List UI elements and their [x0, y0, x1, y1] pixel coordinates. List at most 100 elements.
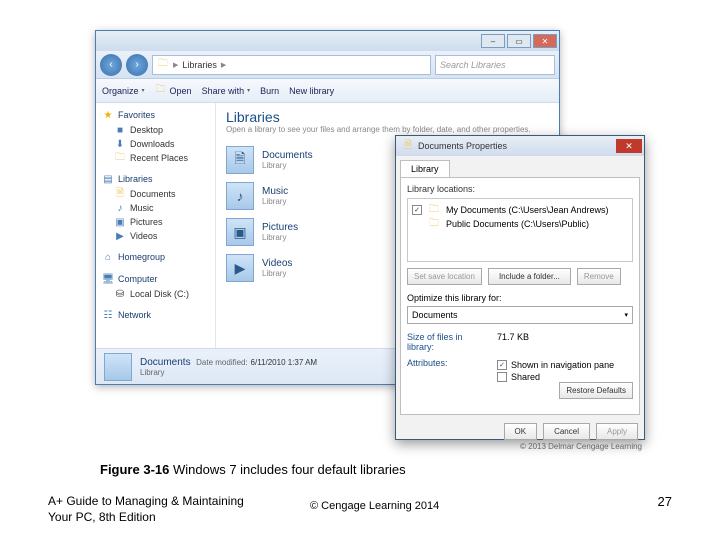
dialog-buttons: OK Cancel Apply — [396, 419, 644, 444]
sidebar-item-music[interactable]: ♪Music — [96, 201, 215, 215]
attr-shownav-label: Shown in navigation pane — [511, 360, 614, 370]
computer-icon: 🖥 — [102, 273, 114, 285]
star-icon: ★ — [102, 109, 114, 121]
details-name: Documents — [140, 357, 191, 368]
desktop-icon: ■ — [114, 124, 126, 136]
checkbox-shownav[interactable]: ✓ — [497, 360, 507, 370]
chevron-down-icon: ▾ — [247, 87, 250, 94]
tab-library[interactable]: Library — [400, 160, 450, 177]
image-copyright: © 2013 Delmar Cengage Learning — [520, 442, 642, 451]
close-button[interactable]: ✕ — [616, 139, 642, 153]
tabs: Library — [396, 156, 644, 177]
videos-icon: ▶ — [114, 230, 126, 242]
attributes-label: Attributes: — [407, 358, 489, 382]
new-library-button[interactable]: New library — [289, 86, 334, 96]
sidebar-libraries[interactable]: ▤Libraries — [96, 171, 215, 187]
check-icon: ✓ — [412, 205, 422, 215]
forward-button[interactable]: › — [126, 54, 148, 76]
burn-button[interactable]: Burn — [260, 86, 279, 96]
footer-book-title: A+ Guide to Managing & MaintainingYour P… — [48, 494, 268, 525]
dialog-title: Documents Properties — [418, 141, 507, 151]
sidebar-item-videos[interactable]: ▶Videos — [96, 229, 215, 243]
toolbar: Organize▾ 🗀Open Share with▾ Burn New lib… — [96, 79, 559, 103]
folder-icon: 🗀 — [157, 59, 169, 71]
breadcrumb-item[interactable]: Libraries — [182, 60, 217, 70]
organize-button[interactable]: Organize▾ — [102, 86, 145, 96]
optimize-select[interactable]: Documents ▾ — [407, 306, 633, 324]
page-number: 27 — [658, 494, 672, 509]
sidebar-item-desktop[interactable]: ■Desktop — [96, 123, 215, 137]
network-icon: ☷ — [102, 309, 114, 321]
ok-button[interactable]: OK — [504, 423, 538, 440]
close-button[interactable]: ✕ — [533, 34, 557, 48]
location-path: Public Documents (C:\Users\Public) — [446, 219, 589, 229]
checkbox-shared[interactable] — [497, 372, 507, 382]
optimize-value: Documents — [412, 310, 458, 320]
cancel-button[interactable]: Cancel — [543, 423, 590, 440]
folder-icon: 🗀 — [114, 152, 126, 164]
documents-icon — [104, 353, 132, 381]
chevron-right-icon: ▶ — [221, 61, 226, 69]
homegroup-icon: ⌂ — [102, 251, 114, 263]
pictures-icon: ▣ — [226, 218, 254, 246]
chevron-down-icon: ▾ — [142, 87, 145, 94]
sidebar-computer[interactable]: 🖥Computer — [96, 271, 215, 287]
locations-list[interactable]: ✓ 🗀 My Documents (C:\Users\Jean Andrews)… — [407, 198, 633, 262]
location-path: My Documents (C:\Users\Jean Andrews) — [446, 205, 609, 215]
pictures-icon: ▣ — [114, 216, 126, 228]
sidebar-item-downloads[interactable]: ⬇Downloads — [96, 137, 215, 151]
breadcrumb[interactable]: 🗀 ▶ Libraries ▶ — [152, 55, 431, 75]
search-input[interactable]: Search Libraries — [435, 55, 555, 75]
chevron-right-icon: ▶ — [173, 61, 178, 69]
details-modified-label: Date modified: — [196, 358, 248, 367]
sidebar-homegroup[interactable]: ⌂Homegroup — [96, 249, 215, 265]
folder-icon: 🗀 — [428, 204, 440, 216]
sidebar-item-recent[interactable]: 🗀Recent Places — [96, 151, 215, 165]
properties-dialog: 🗎 Documents Properties ✕ Library Library … — [395, 135, 645, 440]
music-icon: ♪ — [226, 182, 254, 210]
apply-button[interactable]: Apply — [596, 423, 638, 440]
folder-icon: 🗀 — [428, 218, 440, 230]
minimize-button[interactable]: – — [481, 34, 505, 48]
document-icon: 🗎 — [402, 140, 414, 152]
chevron-down-icon: ▾ — [624, 311, 628, 319]
set-save-location-button[interactable]: Set save location — [407, 268, 482, 285]
details-sub: Library — [140, 368, 317, 377]
size-label: Size of files in library: — [407, 332, 489, 352]
tab-body: Library locations: ✓ 🗀 My Documents (C:\… — [400, 177, 640, 415]
sidebar-item-pictures[interactable]: ▣Pictures — [96, 215, 215, 229]
footer-copyright: © Cengage Learning 2014 — [310, 500, 439, 512]
sidebar-item-documents[interactable]: 🗎Documents — [96, 187, 215, 201]
music-icon: ♪ — [114, 202, 126, 214]
explorer-titlebar: – ▭ ✕ — [96, 31, 559, 51]
disk-icon: ⛁ — [114, 288, 126, 300]
size-value: 71.7 KB — [497, 332, 529, 352]
videos-icon: ▶ — [226, 254, 254, 282]
location-row[interactable]: 🗀 Public Documents (C:\Users\Public) — [412, 217, 628, 231]
content-subtitle: Open a library to see your files and arr… — [226, 125, 549, 134]
sidebar-favorites[interactable]: ★Favorites — [96, 107, 215, 123]
document-icon: 🗎 — [114, 188, 126, 200]
dialog-titlebar: 🗎 Documents Properties ✕ — [396, 136, 644, 156]
include-folder-button[interactable]: Include a folder... — [488, 268, 571, 285]
restore-defaults-button[interactable]: Restore Defaults — [559, 382, 633, 399]
details-modified: 6/11/2010 1:37 AM — [251, 358, 318, 367]
open-button[interactable]: 🗀Open — [155, 85, 192, 97]
figure-number: Figure 3-16 — [100, 462, 169, 477]
sidebar-network[interactable]: ☷Network — [96, 307, 215, 323]
sidebar-item-localdisk[interactable]: ⛁Local Disk (C:) — [96, 287, 215, 301]
figure-text: Windows 7 includes four default librarie… — [169, 462, 405, 477]
sidebar: ★Favorites ■Desktop ⬇Downloads 🗀Recent P… — [96, 103, 216, 348]
content-title: Libraries — [226, 109, 549, 125]
optimize-label: Optimize this library for: — [407, 293, 633, 303]
navbar: ‹ › 🗀 ▶ Libraries ▶ Search Libraries — [96, 51, 559, 79]
back-button[interactable]: ‹ — [100, 54, 122, 76]
libraries-icon: ▤ — [102, 173, 114, 185]
search-placeholder: Search Libraries — [440, 60, 506, 70]
maximize-button[interactable]: ▭ — [507, 34, 531, 48]
share-button[interactable]: Share with▾ — [202, 86, 251, 96]
location-row[interactable]: ✓ 🗀 My Documents (C:\Users\Jean Andrews) — [412, 203, 628, 217]
remove-button[interactable]: Remove — [577, 268, 621, 285]
locations-label: Library locations: — [407, 184, 633, 194]
figure-caption: Figure 3-16 Windows 7 includes four defa… — [100, 462, 406, 477]
